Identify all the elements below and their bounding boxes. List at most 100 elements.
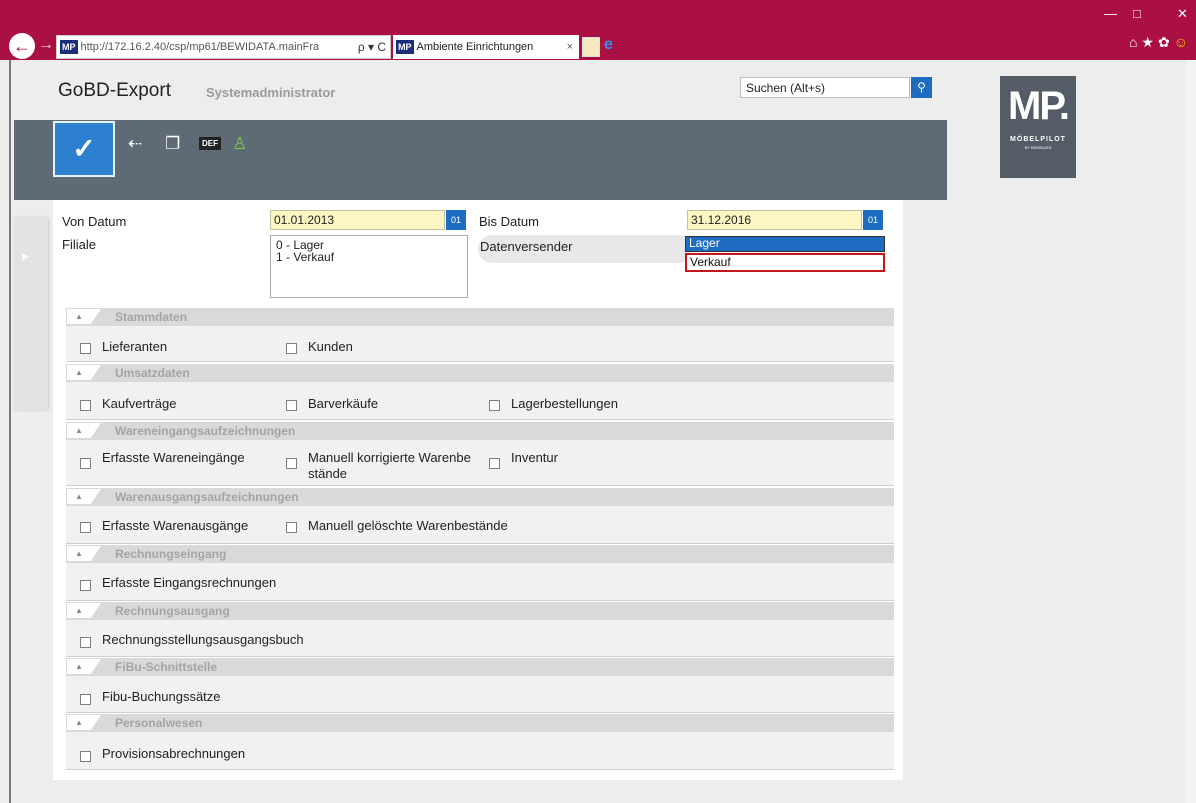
confirm-checkmark-icon[interactable]: ✓ <box>53 121 115 177</box>
collapse-arrow-icon[interactable]: ▲ <box>75 368 83 377</box>
section-title: Warenausgangsaufzeichnungen <box>115 490 299 504</box>
app-frame-left <box>0 60 14 803</box>
list-item[interactable]: 1 - Verkauf <box>276 251 467 263</box>
collapse-arrow-icon[interactable]: ▲ <box>75 606 83 615</box>
app-frame-line <box>9 60 11 803</box>
von-datum-input[interactable]: 01.01.2013 <box>270 210 445 230</box>
collapse-arrow-icon[interactable]: ▲ <box>75 718 83 727</box>
section-body <box>66 382 894 420</box>
page-scrollbar[interactable] <box>1186 60 1196 803</box>
checkbox-label: Rechnungsstellungsausgangsbuch <box>102 632 304 647</box>
user-role: Systemadministrator <box>206 85 336 100</box>
checkbox-label: Erfasste Warenausgänge <box>102 518 249 533</box>
checkbox-barverkaeufe[interactable] <box>286 400 297 411</box>
collapse-arrow-icon[interactable]: ▲ <box>75 549 83 558</box>
checkbox-kaufvertraege[interactable] <box>80 400 91 411</box>
forward-arrow-icon[interactable]: → <box>38 36 54 54</box>
back-arrow-icon[interactable]: ← <box>9 33 35 59</box>
checkbox-lieferanten[interactable] <box>80 343 91 354</box>
checkbox-label: Lagerbestellungen <box>511 396 618 411</box>
calendar-icon[interactable]: 01 <box>863 210 883 230</box>
feedback-smiley-icon[interactable]: ☺ <box>1174 34 1192 50</box>
checkbox-manuell-korrigiert[interactable] <box>286 458 297 469</box>
calendar-icon[interactable]: 01 <box>446 210 466 230</box>
filiale-listbox[interactable]: 0 - Lager 1 - Verkauf <box>270 235 468 298</box>
new-tab-icon[interactable] <box>582 37 600 57</box>
checkbox-label: Erfasste Wareneingänge <box>102 450 245 465</box>
logo-mark: MP. <box>1008 84 1070 128</box>
search-icon[interactable]: ⚲ <box>911 77 932 98</box>
bis-datum-label: Bis Datum <box>479 214 539 229</box>
favorites-star-icon[interactable]: ★ <box>1141 34 1158 50</box>
tab-close-icon[interactable]: × <box>567 35 573 59</box>
checkbox-label: Barverkäufe <box>308 396 379 411</box>
ie-logo-icon[interactable]: e <box>604 36 613 54</box>
section-header[interactable] <box>66 308 894 326</box>
checkbox-label: Inventur <box>511 450 558 465</box>
versender-option-lager[interactable]: Lager <box>685 236 885 252</box>
checkbox-lagerbestellungen[interactable] <box>489 400 500 411</box>
section-title: Stammdaten <box>115 310 188 324</box>
checkbox-label-wrap: stände <box>308 466 348 481</box>
checkbox-label: Lieferanten <box>102 339 168 354</box>
section-title: Rechnungseingang <box>115 547 227 561</box>
search-input[interactable]: Suchen (Alt+s) <box>740 77 910 98</box>
def-icon[interactable]: DEF <box>199 137 221 150</box>
checkbox-label: Erfasste Eingangsrechnungen <box>102 575 277 590</box>
section-title: FiBu-Schnittstelle <box>115 660 218 674</box>
section-body <box>66 326 894 362</box>
section-header[interactable] <box>66 364 894 382</box>
datenversender-label: Datenversender <box>480 239 573 254</box>
chevron-right-icon: ▶ <box>22 251 29 261</box>
checkbox-provisionsabrechnungen[interactable] <box>80 751 91 762</box>
browser-tab[interactable]: MP Ambiente Einrichtungen × <box>393 35 579 59</box>
filiale-label: Filiale <box>62 237 96 252</box>
bis-datum-input[interactable]: 31.12.2016 <box>687 210 862 230</box>
checkbox-fibu-buchungssaetze[interactable] <box>80 694 91 705</box>
checkbox-label: Manuell gelöschte Warenbestände <box>308 518 508 533</box>
checkbox-label: Provisionsabrechnungen <box>102 746 246 761</box>
maximize-icon[interactable]: □ <box>1133 6 1141 21</box>
section-title: Umsatzdaten <box>115 366 190 380</box>
tab-title: Ambiente Einrichtungen <box>416 41 534 53</box>
toolbar <box>14 120 947 200</box>
collapse-arrow-icon[interactable]: ▲ <box>75 426 83 435</box>
datenversender-listbox[interactable]: Lager Verkauf <box>685 236 885 272</box>
collapse-arrow-icon[interactable]: ▲ <box>75 312 83 321</box>
checkbox-manuell-geloescht[interactable] <box>286 522 297 533</box>
home-icon[interactable]: ⌂ <box>1129 34 1141 50</box>
checkbox-label: Fibu-Buchungssätze <box>102 689 221 704</box>
section-title: Rechnungsausgang <box>115 604 230 618</box>
checkbox-inventur[interactable] <box>489 458 500 469</box>
site-favicon-icon: MP <box>60 40 78 55</box>
checkbox-label: Kunden <box>308 339 353 354</box>
back-arrow-icon[interactable]: ⇠ <box>128 134 142 154</box>
collapse-arrow-icon[interactable]: ▲ <box>75 492 83 501</box>
close-icon[interactable]: ✕ <box>1177 6 1188 22</box>
page-title: GoBD-Export <box>58 80 171 101</box>
address-url: http://172.16.2.40/csp/mp61/BEWIDATA.mai… <box>80 41 320 54</box>
tab-favicon-icon: MP <box>396 40 414 55</box>
settings-gear-icon[interactable]: ✿ <box>1158 34 1174 50</box>
side-panel-toggle[interactable] <box>14 217 48 410</box>
minimize-icon[interactable]: — <box>1104 6 1117 21</box>
checkbox-eingangsrechnungen[interactable] <box>80 580 91 591</box>
section-title: Wareneingangsaufzeichnungen <box>115 424 296 438</box>
collapse-arrow-icon[interactable]: ▲ <box>75 662 83 671</box>
logo-byline: BY BEWIDATA <box>1024 145 1052 150</box>
von-datum-label: Von Datum <box>62 214 127 229</box>
checkbox-label: Kaufverträge <box>102 396 177 411</box>
section-title: Personalwesen <box>115 716 203 730</box>
address-bar[interactable]: MP http://172.16.2.40/csp/mp61/BEWIDATA.m… <box>56 35 391 59</box>
checkbox-kunden[interactable] <box>286 343 297 354</box>
user-check-icon[interactable]: ♙ <box>232 134 247 154</box>
checkbox-erfasste-warenausgaenge[interactable] <box>80 522 91 533</box>
document-hand-icon[interactable]: ❐ <box>165 134 180 154</box>
checkbox-erfasste-wareneingaenge[interactable] <box>80 458 91 469</box>
versender-option-verkauf[interactable]: Verkauf <box>685 253 885 272</box>
checkbox-label: Manuell korrigierte Warenbe <box>308 450 471 465</box>
logo-name: MÖBELPILOT <box>1010 136 1066 143</box>
moebelpilot-logo: MP. MÖBELPILOT BY BEWIDATA <box>1000 76 1076 178</box>
address-actions-icon[interactable]: ρ ▾ C <box>358 36 386 58</box>
checkbox-rechnungsausgangsbuch[interactable] <box>80 637 91 648</box>
